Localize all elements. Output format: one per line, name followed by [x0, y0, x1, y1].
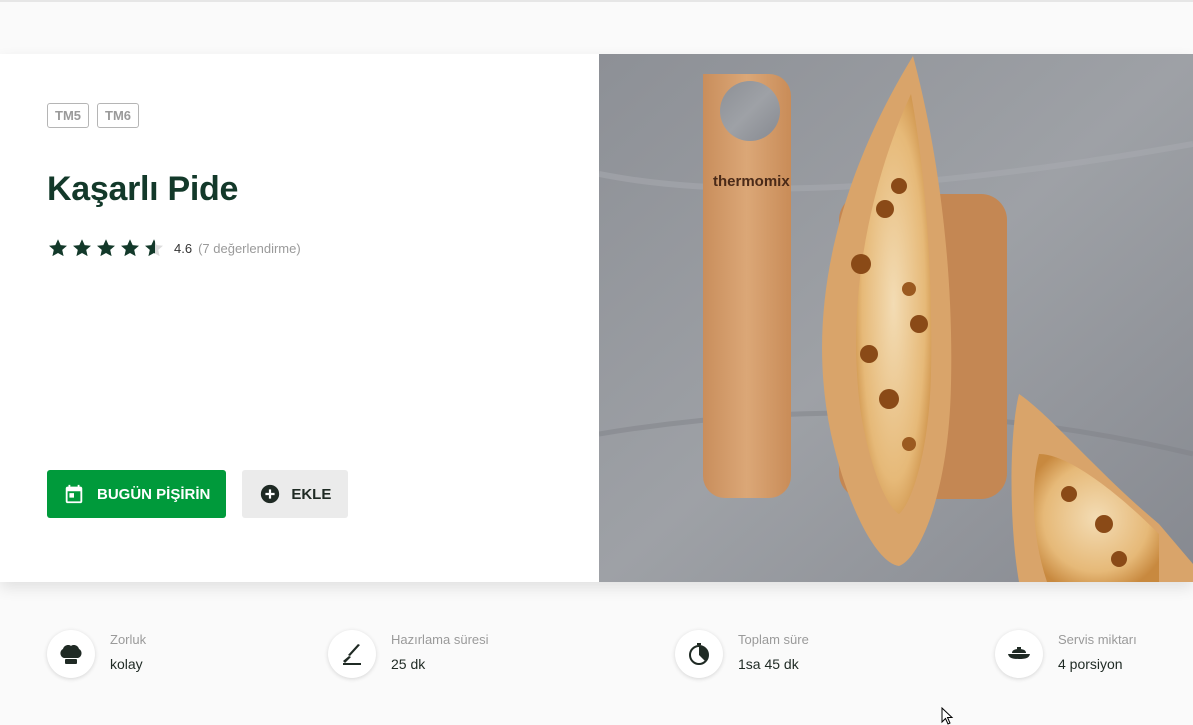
rating-stars	[47, 237, 165, 259]
info-value: 4 porsiyon	[1058, 656, 1123, 672]
pide-photo-illustration: thermomix	[599, 54, 1193, 582]
info-label: Servis miktarı	[1058, 632, 1137, 647]
rating-value: 4.6	[174, 240, 193, 256]
add-label: EKLE	[291, 485, 332, 503]
calendar-icon	[65, 484, 83, 504]
timer-icon	[675, 630, 723, 678]
device-tags: TM5 TM6	[47, 103, 139, 128]
recipe-summary: TM5 TM6 Kaşarlı Pide 4.6 (7 değerlendirm…	[0, 54, 599, 582]
info-difficulty: Zorluk kolay	[47, 628, 146, 678]
info-prep-time: Hazırlama süresi 25 dk	[328, 628, 489, 678]
half-star-icon	[145, 239, 163, 257]
knife-icon	[328, 630, 376, 678]
recipe-hero: TM5 TM6 Kaşarlı Pide 4.6 (7 değerlendirm…	[0, 54, 1193, 582]
tag-tm6: TM6	[97, 103, 139, 128]
info-servings: Servis miktarı 4 porsiyon	[995, 628, 1137, 678]
rating-count[interactable]: (7 değerlendirme)	[198, 241, 301, 256]
top-border	[0, 0, 1193, 2]
star-icon	[73, 239, 91, 257]
info-label: Toplam süre	[738, 632, 809, 647]
recipe-title: Kaşarlı Pide	[47, 170, 239, 208]
star-icon	[49, 239, 67, 257]
star-icon	[121, 239, 139, 257]
cook-today-label: BUGÜN PİŞİRİN	[97, 485, 211, 503]
add-button[interactable]: EKLE	[242, 470, 349, 518]
mouse-cursor-icon	[941, 707, 954, 725]
info-total-time: Toplam süre 1sa 45 dk	[675, 628, 809, 678]
serving-dish-icon	[995, 630, 1043, 678]
recipe-rating[interactable]: 4.6 (7 değerlendirme)	[47, 237, 301, 259]
star-icon	[97, 239, 115, 257]
svg-text:thermomix: thermomix	[713, 173, 790, 190]
info-label: Zorluk	[110, 632, 147, 647]
plus-circle-icon	[261, 484, 280, 504]
info-value: 1sa 45 dk	[738, 656, 799, 672]
chef-hat-icon	[47, 630, 95, 678]
cook-today-button[interactable]: BUGÜN PİŞİRİN	[47, 470, 227, 518]
info-value: 25 dk	[391, 656, 426, 672]
info-label: Hazırlama süresi	[391, 632, 489, 647]
info-value: kolay	[110, 656, 143, 672]
tag-tm5: TM5	[47, 103, 89, 128]
recipe-photo: thermomix	[599, 54, 1193, 582]
recipe-actions: BUGÜN PİŞİRİN EKLE	[47, 470, 349, 518]
